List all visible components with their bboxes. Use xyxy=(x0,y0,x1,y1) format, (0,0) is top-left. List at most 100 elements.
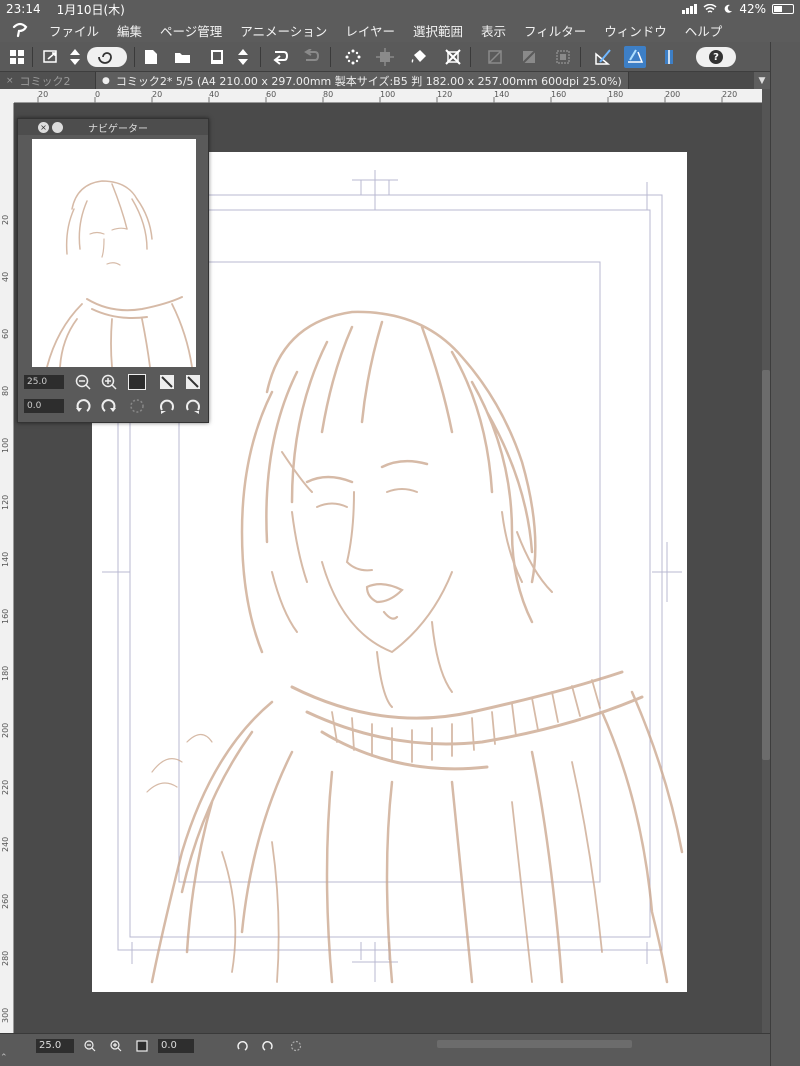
ruler-label: 20 xyxy=(38,90,49,99)
ruler-label: 300 xyxy=(1,1007,10,1023)
bottom-rotation-field[interactable]: 0.0 xyxy=(158,1039,194,1053)
command-bar: ? xyxy=(0,42,800,72)
reset-rotation-icon[interactable] xyxy=(128,397,146,415)
battery-percent: 42% xyxy=(739,2,766,16)
flip-icon[interactable] xyxy=(184,397,202,415)
canvas-tab-bar: × コミック2 ● コミック2* 5/5 (A4 210.00 x 297.00… xyxy=(0,72,800,89)
actual-size-icon[interactable] xyxy=(184,373,202,391)
menu-edit[interactable]: 編集 xyxy=(108,21,151,40)
menu-view[interactable]: 表示 xyxy=(472,21,515,40)
menu-page[interactable]: ページ管理 xyxy=(151,21,231,40)
ruler-label: 240 xyxy=(1,836,10,852)
crop-mark-top xyxy=(352,170,398,210)
zoom-out-icon-bottom[interactable] xyxy=(82,1038,98,1054)
ruler-label: 200 xyxy=(1,722,10,738)
status-time: 23:14 xyxy=(6,2,41,16)
ruler-label: 140 xyxy=(494,90,510,99)
cellular-signal-icon xyxy=(682,4,698,14)
navigator-controls: 25.0 0.0 xyxy=(22,369,206,421)
new-file-icon[interactable] xyxy=(140,46,162,68)
menu-filter[interactable]: フィルター xyxy=(515,21,595,40)
horizontal-ruler[interactable]: 20 0 20 40 60 80 100 120 140 160 180 200… xyxy=(14,89,762,103)
flip-vertical-icon[interactable] xyxy=(158,397,176,415)
navigator-panel[interactable]: × ナビゲーター 25.0 0.0 xyxy=(17,118,209,423)
fit-icon-bottom[interactable] xyxy=(134,1038,150,1054)
zoom-in-icon-bottom[interactable] xyxy=(108,1038,124,1054)
bottom-zoom-field[interactable]: 25.0 xyxy=(36,1039,74,1053)
ruler-label: 220 xyxy=(722,90,738,99)
rotate-left-icon[interactable] xyxy=(74,397,92,415)
fill-outside-icon[interactable] xyxy=(518,46,540,68)
ios-status-bar: 23:14 1月10日(木) 42% xyxy=(0,0,800,18)
rotate-left-icon-bottom[interactable] xyxy=(234,1038,250,1054)
ruler-label: 60 xyxy=(266,90,277,99)
menu-layer[interactable]: レイヤー xyxy=(336,21,404,40)
wifi-icon xyxy=(703,4,717,13)
tab-dot-icon: ● xyxy=(102,75,110,86)
expand-panel-icon[interactable]: ⌃ xyxy=(0,1053,20,1066)
navigator-preview[interactable] xyxy=(32,139,196,367)
navigator-title: ナビゲーター xyxy=(88,123,148,135)
clip-studio-logo-icon[interactable] xyxy=(0,22,40,38)
ruler-corner xyxy=(0,89,14,103)
special-ruler-snap-icon[interactable] xyxy=(624,46,646,68)
menu-window[interactable]: ウィンドウ xyxy=(595,21,676,40)
open-folder-icon[interactable] xyxy=(172,46,194,68)
clip-studio-button[interactable] xyxy=(87,47,127,67)
arrows-up-down-icon[interactable] xyxy=(64,46,86,68)
fit-page-icon[interactable] xyxy=(128,374,146,390)
transform-icon[interactable] xyxy=(374,46,396,68)
ruler-label: 120 xyxy=(437,90,453,99)
navigator-zoom-field[interactable]: 25.0 xyxy=(24,375,64,389)
navigator-header[interactable]: × ナビゲーター xyxy=(18,119,208,135)
ruler-label: 260 xyxy=(1,893,10,909)
menu-selection[interactable]: 選択範囲 xyxy=(404,21,472,40)
arrows-up-down-icon-2[interactable] xyxy=(232,46,254,68)
menu-animation[interactable]: アニメーション xyxy=(231,21,336,40)
mesh-transform-icon[interactable] xyxy=(442,46,464,68)
battery-icon xyxy=(772,4,794,14)
grid-icon[interactable] xyxy=(6,46,28,68)
zoom-in-icon[interactable] xyxy=(100,373,118,391)
crop-mark-left xyxy=(102,542,130,602)
rotate-right-icon-bottom[interactable] xyxy=(260,1038,276,1054)
tab-comic2[interactable]: × コミック2 xyxy=(0,72,96,89)
navigator-close-icon[interactable]: × xyxy=(38,121,49,133)
moon-icon xyxy=(725,4,733,13)
zoom-out-icon[interactable] xyxy=(74,373,92,391)
menu-file[interactable]: ファイル xyxy=(40,21,108,40)
selection-icon[interactable] xyxy=(552,46,574,68)
grid-snap-icon[interactable] xyxy=(658,46,680,68)
ruler-label: 200 xyxy=(665,90,681,99)
tab-list-dropdown[interactable]: ▼ xyxy=(754,72,770,89)
reset-rotation-icon-bottom[interactable] xyxy=(288,1038,304,1054)
horizontal-scrollbar[interactable] xyxy=(437,1040,632,1048)
ruler-label: 100 xyxy=(1,437,10,453)
ruler-label: 80 xyxy=(1,385,10,396)
vertical-scrollbar[interactable] xyxy=(762,370,770,760)
save-icon[interactable] xyxy=(206,46,228,68)
crop-mark-right xyxy=(652,542,682,602)
help-button[interactable]: ? xyxy=(696,47,736,67)
ruler-label: 60 xyxy=(1,328,10,339)
flip-horizontal-icon[interactable] xyxy=(158,373,176,391)
menu-help[interactable]: ヘルプ xyxy=(676,21,732,40)
tab-close-icon[interactable]: × xyxy=(6,76,14,86)
loading-sparkle-icon[interactable] xyxy=(342,46,364,68)
tab-comic2-active[interactable]: ● コミック2* 5/5 (A4 210.00 x 297.00mm 製本サイズ… xyxy=(96,72,629,89)
navigator-minimize-icon[interactable] xyxy=(52,121,63,133)
ruler-snap-icon[interactable] xyxy=(592,46,614,68)
ruler-label: 160 xyxy=(1,608,10,624)
vertical-ruler[interactable]: 20 40 60 80 100 120 140 160 180 200 220 … xyxy=(0,103,14,1033)
ruler-label: 100 xyxy=(380,90,396,99)
clear-layer-icon[interactable] xyxy=(484,46,506,68)
ruler-label: 220 xyxy=(1,779,10,795)
ruler-label: 0 xyxy=(95,90,101,99)
undo-icon[interactable] xyxy=(270,46,292,68)
menu-bar: ファイル 編集 ページ管理 アニメーション レイヤー 選択範囲 表示 フィルター… xyxy=(0,18,800,42)
navigator-rotation-field[interactable]: 0.0 xyxy=(24,399,64,413)
export-icon[interactable] xyxy=(40,46,62,68)
rotate-right-icon[interactable] xyxy=(100,397,118,415)
redo-icon[interactable] xyxy=(300,46,322,68)
fill-bucket-icon[interactable] xyxy=(408,46,430,68)
